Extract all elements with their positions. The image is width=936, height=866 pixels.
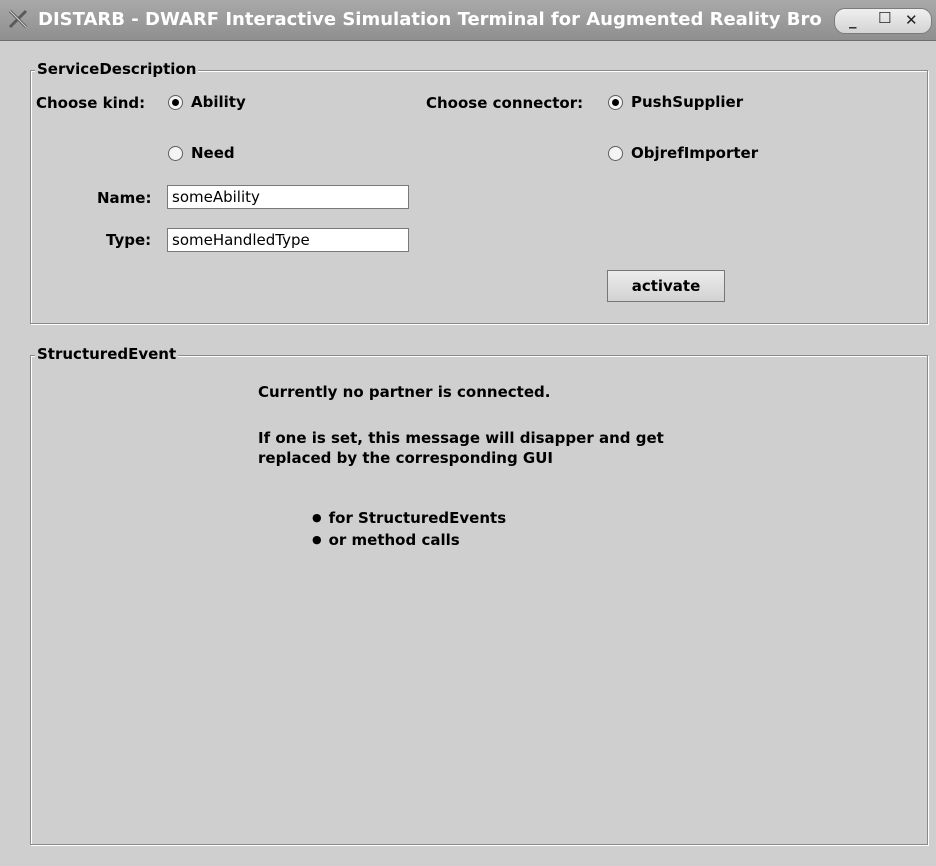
radio-selected-icon: [168, 94, 183, 110]
no-partner-message: Currently no partner is connected.: [258, 383, 551, 401]
window-controls: _ ☐ ✕: [834, 8, 932, 34]
kind-need-label: Need: [191, 144, 235, 162]
info-message-line1: If one is set, this message will disappe…: [258, 429, 664, 447]
bullet-list: for StructuredEvents or method calls: [312, 508, 507, 552]
kind-radio-ability[interactable]: Ability: [168, 93, 246, 111]
type-label: Type:: [106, 231, 152, 249]
info-message-line2: replaced by the corresponding GUI: [258, 449, 553, 467]
connector-objrefimporter-label: ObjrefImporter: [631, 144, 759, 162]
radio-unselected-icon: [168, 145, 183, 161]
maximize-icon[interactable]: ☐: [878, 9, 891, 27]
radio-selected-icon: [608, 94, 623, 110]
list-item: for StructuredEvents: [312, 508, 507, 530]
type-field[interactable]: [167, 228, 409, 252]
connector-radio-objrefimporter[interactable]: ObjrefImporter: [608, 144, 758, 162]
service-description-title: ServiceDescription: [35, 60, 199, 78]
kind-radio-need[interactable]: Need: [168, 144, 235, 162]
kind-ability-label: Ability: [191, 93, 246, 111]
close-icon[interactable]: ✕: [905, 11, 918, 29]
activate-button[interactable]: activate: [607, 270, 725, 302]
title-bar[interactable]: DISTARB - DWARF Interactive Simulation T…: [0, 0, 936, 41]
radio-unselected-icon: [608, 145, 623, 161]
connector-radio-pushsupplier[interactable]: PushSupplier: [608, 93, 743, 111]
name-field[interactable]: [167, 185, 409, 209]
list-item: or method calls: [312, 530, 506, 552]
name-label: Name:: [97, 189, 152, 207]
choose-kind-label: Choose kind:: [36, 94, 146, 112]
window-title: DISTARB - DWARF Interactive Simulation T…: [38, 9, 822, 30]
connector-pushsupplier-label: PushSupplier: [631, 93, 744, 111]
choose-connector-label: Choose connector:: [426, 94, 584, 112]
structured-event-title: StructuredEvent: [35, 345, 179, 363]
x-window-icon: [8, 9, 28, 29]
minimize-icon[interactable]: _: [849, 11, 857, 29]
